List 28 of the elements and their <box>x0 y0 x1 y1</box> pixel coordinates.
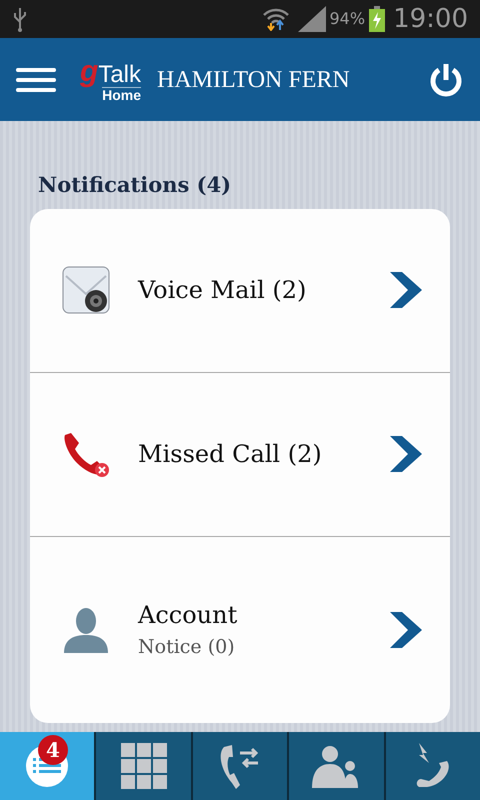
app-logo: gTalk Home <box>80 57 142 102</box>
notification-row[interactable]: Missed Call (2) <box>30 372 450 536</box>
signal-icon <box>298 6 326 32</box>
chevron-right-icon <box>390 612 422 648</box>
usb-icon <box>12 6 28 32</box>
section-title: Notifications (4) <box>38 171 232 199</box>
chevron-right-icon <box>390 436 422 472</box>
chevron-right-icon <box>390 272 422 308</box>
notification-label: Account <box>138 600 238 632</box>
person-icon <box>62 606 110 652</box>
people-icon <box>312 744 360 788</box>
notification-row[interactable]: Voice Mail (2) <box>30 208 450 372</box>
notification-label: Voice Mail (2) <box>138 275 308 306</box>
battery-percent: 94% <box>330 8 366 30</box>
power-button[interactable] <box>428 62 464 98</box>
notification-label: Missed Call (2) <box>138 439 323 470</box>
notification-badge: 4 <box>38 735 68 765</box>
notification-row[interactable]: Account Notice (0) <box>30 536 450 722</box>
nav-tab[interactable]: 4 <box>0 732 94 800</box>
keypad-icon <box>120 743 167 789</box>
notification-count: Notice (0) <box>138 635 236 660</box>
voicemail-envelope-icon <box>62 266 110 314</box>
account-name: HAMILTON FERN <box>157 66 350 94</box>
clock: 19:00 <box>393 2 468 36</box>
menu-button[interactable] <box>16 68 56 92</box>
battery-charging-icon <box>369 6 386 32</box>
power-icon <box>428 62 464 98</box>
wifi-icon <box>262 7 290 31</box>
